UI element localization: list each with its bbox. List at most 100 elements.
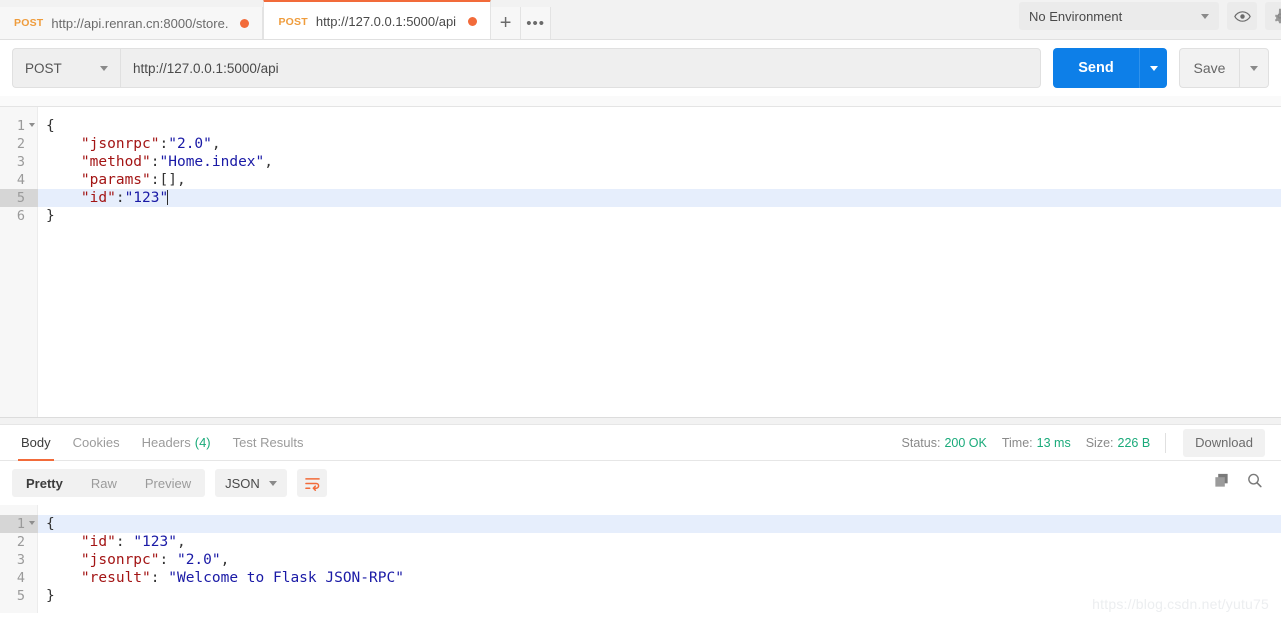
view-mode-raw[interactable]: Raw bbox=[77, 469, 131, 497]
code-line: 5 "id":"123" bbox=[0, 189, 1281, 207]
eye-icon bbox=[1234, 8, 1251, 25]
time-metric: Time:13 ms bbox=[1002, 436, 1071, 450]
response-tab-test-results[interactable]: Test Results bbox=[222, 425, 315, 461]
response-tab-body[interactable]: Body bbox=[10, 425, 62, 461]
send-button[interactable]: Send bbox=[1053, 48, 1139, 88]
code-text: "id": "123", bbox=[38, 533, 186, 551]
response-toolbar: PrettyRawPreview JSON bbox=[0, 461, 1281, 505]
code-text: "jsonrpc": "2.0", bbox=[38, 551, 229, 569]
request-tab[interactable]: POST http://api.renran.cn:8000/store. bbox=[0, 7, 263, 39]
chevron-down-icon bbox=[1150, 66, 1158, 71]
response-tab-label: Headers bbox=[142, 435, 191, 450]
code-line: 2 "jsonrpc":"2.0", bbox=[0, 135, 1281, 153]
response-format-select[interactable]: JSON bbox=[215, 469, 287, 497]
response-tab-label: Cookies bbox=[73, 435, 120, 450]
code-text: "id":"123" bbox=[38, 189, 168, 207]
chevron-down-icon bbox=[1250, 66, 1258, 71]
code-text: "params":[], bbox=[38, 171, 186, 189]
view-mode-pretty[interactable]: Pretty bbox=[12, 469, 77, 497]
response-tab-bar: Body Cookies Headers (4) Test Results Status… bbox=[0, 425, 1281, 461]
gear-icon bbox=[1272, 8, 1281, 24]
code-text: "method":"Home.index", bbox=[38, 153, 273, 171]
line-number: 6 bbox=[0, 207, 38, 225]
response-body-viewer[interactable]: 1{2 "id": "123",3 "jsonrpc": "2.0",4 "re… bbox=[0, 505, 1281, 613]
time-value: 13 ms bbox=[1037, 436, 1071, 450]
search-response-button[interactable] bbox=[1246, 472, 1263, 494]
request-body-editor[interactable]: 1{2 "jsonrpc":"2.0",3 "method":"Home.ind… bbox=[0, 107, 1281, 417]
code-text: { bbox=[38, 515, 55, 533]
fold-arrow-icon[interactable] bbox=[29, 123, 35, 127]
request-url-input[interactable]: http://127.0.0.1:5000/api bbox=[120, 48, 1041, 88]
request-url-value: http://127.0.0.1:5000/api bbox=[133, 61, 279, 76]
code-line: 4 "params":[], bbox=[0, 171, 1281, 189]
tab-method-label: POST bbox=[14, 17, 43, 29]
chevron-down-icon bbox=[269, 481, 277, 486]
tab-method-label: POST bbox=[278, 16, 307, 28]
unsaved-indicator-icon[interactable] bbox=[240, 19, 249, 28]
response-meta: Status:200 OK Time:13 ms Size: 226 B Down… bbox=[902, 429, 1271, 457]
save-button-group: Save bbox=[1179, 48, 1269, 88]
tab-bar: POSThttp://api.renran.cn:8000/store.POST… bbox=[0, 0, 1281, 40]
status-label: Status: bbox=[902, 436, 941, 450]
response-tab-label: Body bbox=[21, 435, 51, 450]
code-text: "jsonrpc":"2.0", bbox=[38, 135, 221, 153]
tabbar-right-controls: No Environment bbox=[1019, 0, 1281, 39]
request-tabs: POSThttp://api.renran.cn:8000/store.POST… bbox=[0, 0, 491, 39]
status-value: 200 OK bbox=[944, 436, 986, 450]
word-wrap-icon bbox=[304, 476, 321, 491]
size-label: Size: bbox=[1086, 436, 1114, 450]
new-tab-button[interactable]: + bbox=[491, 7, 521, 39]
code-text: } bbox=[38, 207, 55, 225]
save-options-button[interactable] bbox=[1239, 48, 1269, 88]
send-options-button[interactable] bbox=[1139, 48, 1167, 88]
response-format-value: JSON bbox=[225, 476, 260, 491]
line-number: 3 bbox=[0, 551, 38, 569]
code-line: 3 "jsonrpc": "2.0", bbox=[0, 551, 1281, 569]
size-value: 226 B bbox=[1118, 436, 1151, 450]
response-tab-label: Test Results bbox=[233, 435, 304, 450]
code-line: 6} bbox=[0, 207, 1281, 225]
divider bbox=[1165, 433, 1166, 453]
view-mode-preview[interactable]: Preview bbox=[131, 469, 205, 497]
line-number: 5 bbox=[0, 587, 38, 605]
http-method-value: POST bbox=[25, 61, 62, 76]
response-tabs: Body Cookies Headers (4) Test Results bbox=[10, 425, 314, 461]
request-tab[interactable]: POST http://127.0.0.1:5000/api bbox=[263, 0, 491, 39]
response-code-lines: 1{2 "id": "123",3 "jsonrpc": "2.0",4 "re… bbox=[0, 505, 1281, 605]
save-button[interactable]: Save bbox=[1179, 48, 1239, 88]
settings-button[interactable] bbox=[1265, 2, 1281, 30]
line-number: 4 bbox=[0, 171, 38, 189]
copy-button[interactable] bbox=[1213, 472, 1230, 494]
fold-arrow-icon[interactable] bbox=[29, 521, 35, 525]
response-tool-right bbox=[1213, 472, 1269, 494]
unsaved-indicator-icon[interactable] bbox=[468, 17, 477, 26]
http-method-select[interactable]: POST bbox=[12, 48, 120, 88]
request-code-lines: 1{2 "jsonrpc":"2.0",3 "method":"Home.ind… bbox=[0, 107, 1281, 225]
copy-icon bbox=[1213, 472, 1230, 489]
environment-select[interactable]: No Environment bbox=[1019, 2, 1219, 30]
code-line: 5} bbox=[0, 587, 1281, 605]
tab-options-button[interactable]: ••• bbox=[521, 7, 551, 39]
response-tab-headers[interactable]: Headers (4) bbox=[131, 425, 222, 461]
search-icon bbox=[1246, 472, 1263, 489]
environment-quick-look-button[interactable] bbox=[1227, 2, 1257, 30]
word-wrap-button[interactable] bbox=[297, 469, 327, 497]
line-number: 1 bbox=[0, 515, 38, 533]
chevron-down-icon bbox=[100, 66, 108, 71]
line-number: 1 bbox=[0, 117, 38, 135]
code-line: 4 "result": "Welcome to Flask JSON-RPC" bbox=[0, 569, 1281, 587]
download-button[interactable]: Download bbox=[1183, 429, 1265, 457]
request-body-type-row-clipped bbox=[0, 96, 1281, 107]
response-view-mode-group: PrettyRawPreview bbox=[12, 469, 205, 497]
code-line: 1{ bbox=[0, 515, 1281, 533]
status-metric: Status:200 OK bbox=[902, 436, 987, 450]
tab-url-label: http://127.0.0.1:5000/api bbox=[316, 14, 456, 29]
line-number: 2 bbox=[0, 135, 38, 153]
code-line: 2 "id": "123", bbox=[0, 533, 1281, 551]
environment-label: No Environment bbox=[1029, 9, 1122, 24]
tab-url-label: http://api.renran.cn:8000/store. bbox=[51, 16, 228, 31]
response-tab-cookies[interactable]: Cookies bbox=[62, 425, 131, 461]
code-line: 3 "method":"Home.index", bbox=[0, 153, 1281, 171]
response-tab-count: (4) bbox=[195, 435, 211, 450]
line-number: 4 bbox=[0, 569, 38, 587]
